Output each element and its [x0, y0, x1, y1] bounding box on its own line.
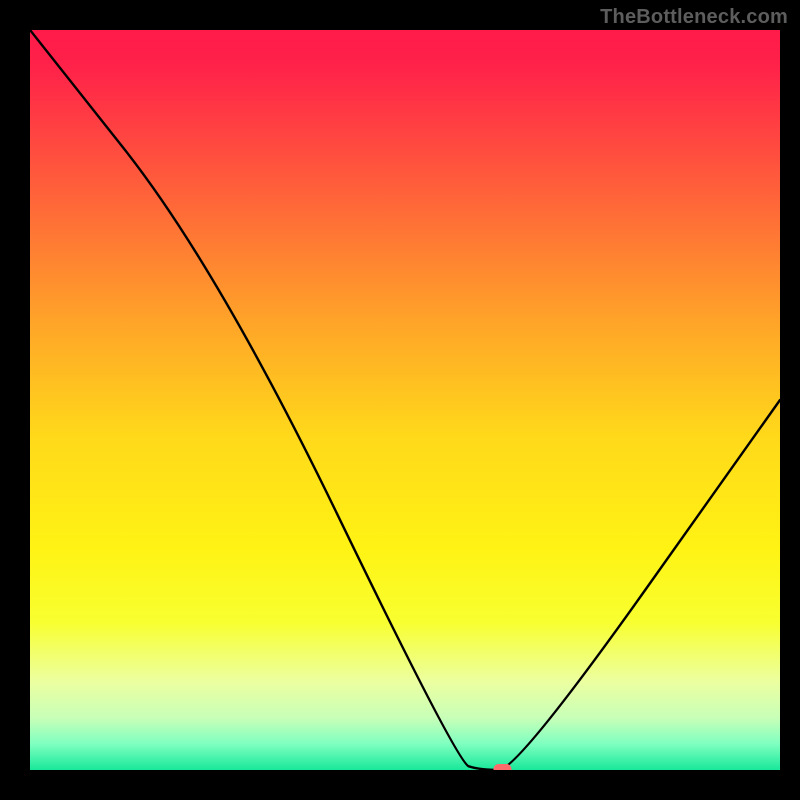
watermark-text: TheBottleneck.com: [600, 6, 788, 29]
chart-frame: TheBottleneck.com: [0, 0, 800, 800]
gradient-background: [30, 30, 780, 770]
chart-plot: [30, 30, 780, 770]
optimal-marker: [494, 764, 512, 770]
